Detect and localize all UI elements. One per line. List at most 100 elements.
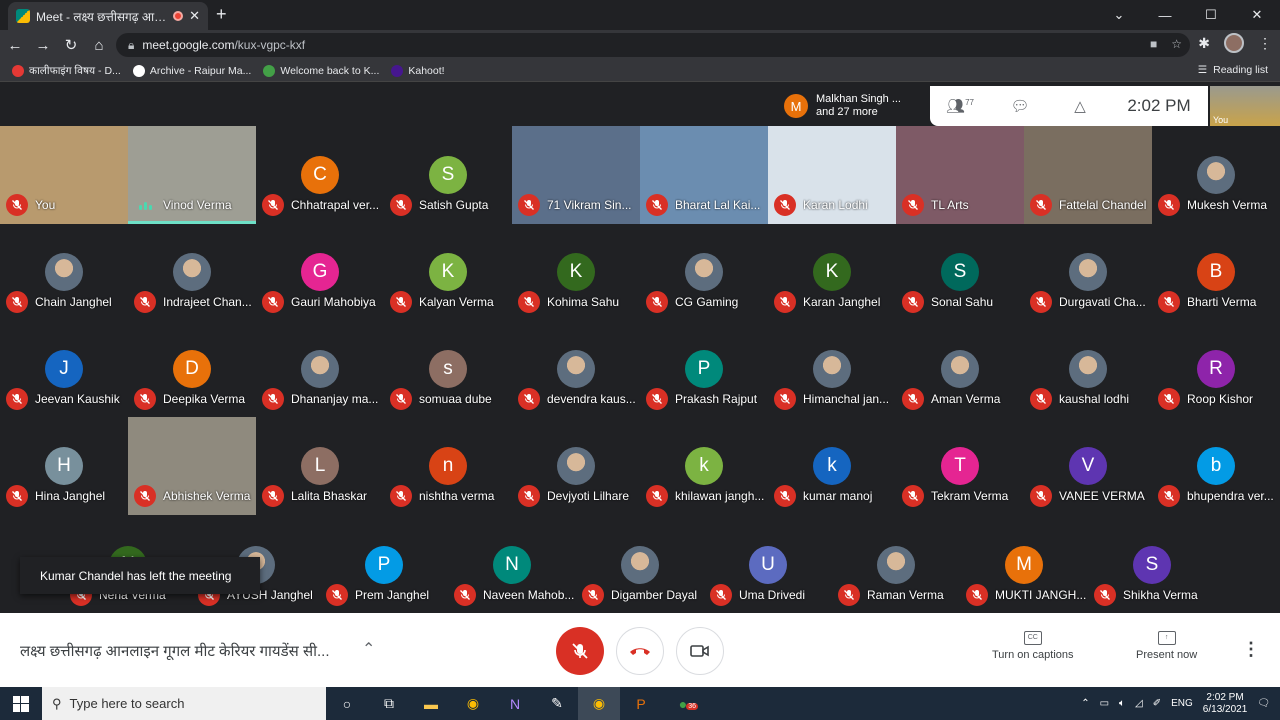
profile-avatar[interactable] xyxy=(1224,33,1244,53)
participant-tile[interactable]: Indrajeet Chan... xyxy=(128,223,256,321)
powerpoint-icon[interactable]: P xyxy=(620,687,662,720)
camera-toggle-button[interactable] xyxy=(676,627,724,675)
address-bar[interactable]: 🔒︎ meet.google.com/kux-vgpc-kxf ■ ☆ xyxy=(116,33,1190,57)
participant-tile[interactable]: k kumar manoj xyxy=(768,417,896,515)
microphone-toggle-button[interactable] xyxy=(556,627,604,675)
chrome-icon[interactable]: ◉ xyxy=(452,687,494,720)
chrome-menu-icon[interactable]: ⋮ xyxy=(1258,35,1272,52)
participant-tile[interactable]: Devjyoti Lilhare xyxy=(512,417,640,515)
chevron-up-icon[interactable]: ⌃ xyxy=(362,639,375,659)
participant-tile[interactable]: kaushal lodhi xyxy=(1024,320,1152,418)
home-button[interactable]: ⌂ xyxy=(86,37,112,54)
participant-tile[interactable]: K Kohima Sahu xyxy=(512,223,640,321)
participant-tile[interactable]: S Shikha Verma xyxy=(1088,516,1216,614)
participant-tile[interactable]: T Tekram Verma xyxy=(896,417,1024,515)
bookmark-item[interactable]: Kahoot! xyxy=(391,64,445,77)
participant-tile[interactable]: J Jeevan Kaushik xyxy=(0,320,128,418)
participant-tile[interactable]: Chain Janghel xyxy=(0,223,128,321)
participant-tile[interactable]: K Karan Janghel xyxy=(768,223,896,321)
participant-tile[interactable]: 71 Vikram Sin... xyxy=(512,126,640,224)
chat-button[interactable]: 💬︎ xyxy=(990,97,1050,115)
participant-tile[interactable]: Mukesh Verma xyxy=(1152,126,1280,224)
whatsapp-icon[interactable]: ● 36 xyxy=(662,687,704,720)
participant-tile[interactable]: Vinod Verma xyxy=(128,126,256,224)
participant-tile[interactable]: N Naveen Mahob... xyxy=(448,516,576,614)
participant-tile[interactable]: s somuaa dube xyxy=(384,320,512,418)
participant-tile[interactable]: You xyxy=(0,126,128,224)
bookmark-item[interactable]: Welcome back to K... xyxy=(263,64,379,77)
participant-tile[interactable]: Dhananjay ma... xyxy=(256,320,384,418)
minimize-button[interactable]: — xyxy=(1142,8,1188,23)
participant-tile[interactable]: C Chhatrapal ver... xyxy=(256,126,384,224)
battery-icon[interactable]: ▭ xyxy=(1100,698,1109,709)
start-button[interactable] xyxy=(0,695,42,712)
participant-tile[interactable]: B Bharti Verma xyxy=(1152,223,1280,321)
file-explorer-icon[interactable]: ▬ xyxy=(410,687,452,720)
extensions-icon[interactable]: ✱ xyxy=(1198,35,1210,52)
self-view-thumbnail[interactable]: You xyxy=(1210,86,1280,126)
participant-tile[interactable]: Aman Verma xyxy=(896,320,1024,418)
participant-tile[interactable]: S Sonal Sahu xyxy=(896,223,1024,321)
forward-button[interactable]: → xyxy=(30,37,56,54)
close-window-button[interactable]: ✕ xyxy=(1234,7,1280,23)
participant-tile[interactable]: R Roop Kishor xyxy=(1152,320,1280,418)
participant-tile[interactable]: M MUKTI JANGH... xyxy=(960,516,1088,614)
bookmark-item[interactable]: कालीफाइंग विषय - D... xyxy=(12,64,121,78)
participant-tile[interactable]: P Prakash Rajput xyxy=(640,320,768,418)
participant-tile[interactable]: Durgavati Cha... xyxy=(1024,223,1152,321)
language-indicator[interactable]: ENG xyxy=(1171,698,1193,709)
participant-tile[interactable]: CG Gaming xyxy=(640,223,768,321)
tray-chevron-icon[interactable]: ⌃ xyxy=(1081,698,1089,709)
participant-tile[interactable]: Himanchal jan... xyxy=(768,320,896,418)
present-now-button[interactable]: ↑ Present now xyxy=(1136,631,1197,661)
task-view-icon[interactable]: ⧉ xyxy=(368,687,410,720)
participant-tile[interactable]: G Gauri Mahobiya xyxy=(256,223,384,321)
meeting-title[interactable]: लक्ष्य छत्तीसगढ़ आनलाइन गूगल मीट केरियर … xyxy=(20,641,360,661)
bookmark-item[interactable]: Archive - Raipur Ma... xyxy=(132,64,251,77)
participant-tile[interactable]: devendra kaus... xyxy=(512,320,640,418)
participant-tile[interactable]: K Kalyan Verma xyxy=(384,223,512,321)
participant-tile[interactable]: S Satish Gupta xyxy=(384,126,512,224)
close-tab-icon[interactable]: ✕ xyxy=(189,8,200,24)
more-options-icon[interactable]: ⋮ xyxy=(1242,639,1260,660)
pen-icon[interactable]: ✐ xyxy=(1153,698,1161,709)
cortana-icon[interactable]: ○ xyxy=(326,687,368,720)
participant-tile[interactable]: Karan Lodhi xyxy=(768,126,896,224)
volume-icon[interactable]: 🔈︎ xyxy=(1119,698,1125,709)
action-center-icon[interactable]: 🗨︎ xyxy=(1257,698,1270,709)
new-tab-button[interactable]: + xyxy=(216,4,227,25)
leave-call-button[interactable] xyxy=(616,627,664,675)
presenter-info[interactable]: M Malkhan Singh ... and 27 more xyxy=(778,86,928,126)
profile-dropdown-icon[interactable]: ⌄ xyxy=(1096,7,1142,23)
camera-in-use-icon[interactable]: ■ xyxy=(1150,37,1157,51)
participant-tile[interactable]: H Hina Janghel xyxy=(0,417,128,515)
participant-tile[interactable]: Digamber Dayal xyxy=(576,516,704,614)
sticky-notes-icon[interactable]: ✎ xyxy=(536,687,578,720)
participant-tile[interactable]: b bhupendra ver... xyxy=(1152,417,1280,515)
bookmark-star-icon[interactable]: ☆ xyxy=(1171,37,1182,51)
participant-tile[interactable]: P Prem Janghel xyxy=(320,516,448,614)
participant-tile[interactable]: k khilawan jangh... xyxy=(640,417,768,515)
maximize-button[interactable]: ☐ xyxy=(1188,7,1234,23)
network-icon[interactable]: ◿ xyxy=(1135,698,1143,709)
reading-list-button[interactable]: ☰ Reading list xyxy=(1198,64,1268,76)
taskbar-clock[interactable]: 2:02 PM 6/13/2021 xyxy=(1203,692,1248,716)
activities-button[interactable]: △ xyxy=(1050,97,1110,115)
taskbar-search-box[interactable]: ⚲ Type here to search xyxy=(42,687,326,720)
captions-button[interactable]: CC Turn on captions xyxy=(992,631,1074,661)
back-button[interactable]: ← xyxy=(2,37,28,54)
participant-tile[interactable]: Fattelal Chandel xyxy=(1024,126,1152,224)
participant-tile[interactable]: D Deepika Verma xyxy=(128,320,256,418)
participant-tile[interactable]: Abhishek Verma xyxy=(128,417,256,515)
participant-tile[interactable]: U Uma Drivedi xyxy=(704,516,832,614)
participant-tile[interactable]: n nishtha verma xyxy=(384,417,512,515)
chrome-active-icon[interactable]: ◉ xyxy=(578,687,620,720)
participant-tile[interactable]: L Lalita Bhaskar xyxy=(256,417,384,515)
participant-tile[interactable]: Raman Verma xyxy=(832,516,960,614)
people-button[interactable]: 👥︎77 xyxy=(930,97,990,115)
meet-tab[interactable]: Meet - लक्ष्य छत्तीसगढ़ आनलाइ ✕ xyxy=(8,2,208,30)
onenote-icon[interactable]: N xyxy=(494,687,536,720)
participant-tile[interactable]: Bharat Lal Kai... xyxy=(640,126,768,224)
participant-tile[interactable]: TL Arts xyxy=(896,126,1024,224)
reload-button[interactable]: ↻ xyxy=(58,36,84,54)
